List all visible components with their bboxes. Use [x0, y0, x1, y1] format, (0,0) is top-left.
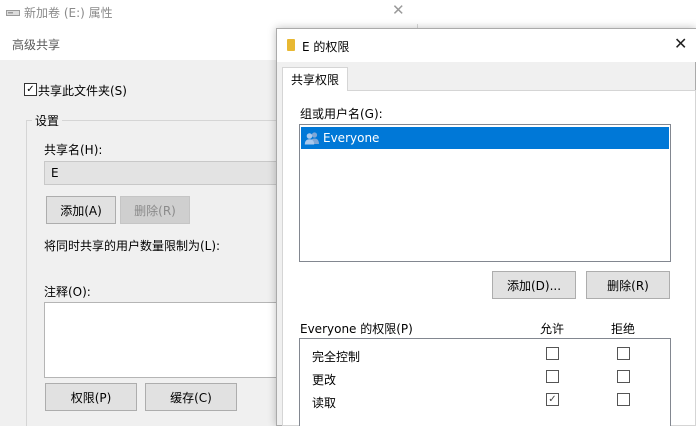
permissions-for-label: Everyone 的权限(P) [300, 322, 413, 336]
user-limit-label: 将同时共享的用户数量限制为(L): [44, 239, 221, 253]
user-name: Everyone [323, 131, 380, 145]
permission-change-label: 更改 [312, 373, 337, 387]
list-item-everyone[interactable]: Everyone [301, 127, 669, 149]
share-name-input[interactable]: E [44, 161, 284, 185]
permissions-close-button[interactable]: ✕ [674, 34, 687, 53]
group-users-label: 组或用户名(G): [300, 107, 383, 121]
permissions-title: E 的权限 [302, 40, 350, 54]
read-allow-checkbox[interactable]: ✓ [546, 393, 559, 406]
comment-textarea[interactable] [44, 302, 284, 378]
allow-column-header: 允许 [540, 322, 565, 336]
folder-icon [287, 39, 295, 51]
add-share-button[interactable]: 添加(A) [46, 196, 116, 224]
share-folder-checkbox[interactable]: ✓ [24, 83, 37, 96]
properties-close-button[interactable]: ✕ [392, 1, 405, 19]
settings-legend: 设置 [32, 112, 63, 129]
full-control-deny-checkbox[interactable] [617, 347, 630, 360]
users-group-icon [304, 132, 319, 145]
caching-button[interactable]: 缓存(C) [145, 383, 237, 411]
deny-column-header: 拒绝 [611, 322, 636, 336]
comment-label: 注释(O): [44, 285, 91, 299]
share-folder-label[interactable]: 共享此文件夹(S) [38, 82, 127, 99]
add-user-button[interactable]: 添加(D)... [492, 271, 576, 299]
drive-icon [6, 10, 20, 16]
remove-share-button[interactable]: 删除(R) [120, 196, 190, 224]
remove-user-button[interactable]: 删除(R) [586, 271, 670, 299]
permission-full-control-label: 完全控制 [312, 350, 361, 364]
tab-share-permissions[interactable]: 共享权限 [282, 67, 348, 91]
change-allow-checkbox[interactable] [546, 370, 559, 383]
change-deny-checkbox[interactable] [617, 370, 630, 383]
read-deny-checkbox[interactable] [617, 393, 630, 406]
permission-read-label: 读取 [312, 396, 337, 410]
full-control-allow-checkbox[interactable] [546, 347, 559, 360]
advanced-sharing-title: 高级共享 [12, 38, 61, 52]
permissions-button[interactable]: 权限(P) [45, 383, 137, 411]
share-name-label: 共享名(H): [44, 143, 103, 157]
properties-title: 新加卷 (E:) 属性 [24, 6, 113, 20]
